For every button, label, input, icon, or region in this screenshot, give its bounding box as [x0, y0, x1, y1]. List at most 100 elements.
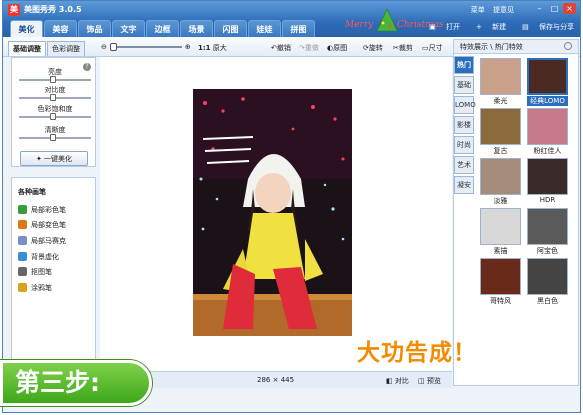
tab-collage[interactable]: 拼图: [282, 20, 315, 37]
actual-size-button[interactable]: 1:1 原大: [198, 43, 227, 53]
tab-hot[interactable]: 热门: [454, 56, 474, 74]
reset-button[interactable]: ◐原图: [327, 43, 347, 53]
effect-pink-lady[interactable]: 粉红佳人: [527, 108, 568, 155]
blur-icon: [18, 252, 27, 261]
app-title: 美图秀秀 3.0.5: [24, 5, 82, 14]
tab-art[interactable]: 艺术: [454, 156, 474, 174]
mosaic-icon: [18, 236, 27, 245]
open-button[interactable]: ▣ 打开: [421, 22, 460, 32]
partial-color-brush[interactable]: 局部彩色笔: [18, 204, 66, 215]
recolor-brush-icon: [18, 220, 27, 229]
tab-flash[interactable]: 闪图: [214, 20, 247, 37]
file-actions: ▣ 打开 + 新建 ▤ 保存与分享: [413, 22, 574, 32]
effect-retro[interactable]: 复古: [480, 108, 521, 155]
collapse-icon[interactable]: [564, 42, 572, 50]
canvas-area: [100, 57, 452, 371]
effect-preview: [527, 58, 568, 95]
status-bar: 286 × 445 ◧ 对比 ◫ 预览: [100, 371, 452, 388]
brush-panel-title: 各种画笔: [18, 188, 46, 196]
effect-abao[interactable]: 阿宝色: [527, 208, 568, 255]
tab-fashion[interactable]: 时尚: [454, 136, 474, 154]
doodle-brush[interactable]: 涂鸦笔: [18, 282, 52, 293]
effect-preview: [480, 208, 521, 245]
effect-preview: [480, 108, 521, 145]
rotate-button[interactable]: ⟳旋转: [363, 43, 383, 53]
tab-other[interactable]: 凝安: [454, 176, 474, 194]
preview-icon: ◫: [418, 377, 425, 385]
zoom-slider[interactable]: [109, 43, 182, 51]
brush-panel: 各种画笔 局部彩色笔 局部变色笔 局部马赛克 背景虚化 抠图笔 涂鸦笔: [11, 177, 96, 367]
main-tabs: 美化 美容 饰品 文字 边框 场景 闪图 娃娃 拼图: [10, 20, 316, 37]
feedback-link[interactable]: 提意见: [493, 6, 514, 14]
effect-black-white[interactable]: 黑白色: [527, 258, 568, 305]
menu-links: 菜单 提意见: [465, 5, 514, 15]
minimize-icon[interactable]: –: [533, 3, 546, 14]
meitu-logo-icon: 美: [8, 4, 20, 16]
cutout-brush[interactable]: 抠图笔: [18, 266, 52, 277]
zoom-control: ⊖ ⊕: [101, 43, 191, 51]
title-bar: 美 美图秀秀 3.0.5 Merry Christmas 菜单 提意见 – □ …: [3, 1, 580, 37]
contrast-slider[interactable]: [19, 94, 91, 101]
effect-gothic[interactable]: 哥特风: [480, 258, 521, 305]
effect-preview: [527, 158, 568, 195]
effect-preview: [480, 158, 521, 195]
tab-text[interactable]: 文字: [112, 20, 145, 37]
crop-button[interactable]: ✂裁剪: [393, 43, 413, 53]
zoom-out-icon[interactable]: ⊖: [101, 43, 107, 51]
close-icon[interactable]: ×: [563, 3, 576, 14]
tab-beautify[interactable]: 美化: [10, 20, 43, 37]
recolor-brush[interactable]: 局部变色笔: [18, 219, 66, 230]
tab-beauty[interactable]: 美容: [44, 20, 77, 37]
menu-link[interactable]: 菜单: [471, 6, 485, 14]
effect-elegant[interactable]: 淡雅: [480, 158, 521, 205]
tab-accessories[interactable]: 饰品: [78, 20, 111, 37]
tab-basic[interactable]: 基础: [454, 76, 474, 94]
effect-hdr[interactable]: HDR: [527, 158, 568, 204]
maximize-icon[interactable]: □: [548, 3, 561, 14]
zoom-slider-knob[interactable]: [109, 43, 117, 51]
sharpness-knob[interactable]: [50, 134, 56, 141]
one-click-beautify-button[interactable]: ✦ 一键美化: [20, 151, 88, 166]
mosaic-brush[interactable]: 局部马赛克: [18, 235, 66, 246]
sharpness-control: 清晰度: [18, 125, 92, 141]
sharpness-slider[interactable]: [19, 134, 91, 141]
contrast-knob[interactable]: [50, 94, 56, 101]
effect-sketch[interactable]: 素描: [480, 208, 521, 255]
banner-merry: Merry: [344, 20, 374, 30]
effect-preview: [527, 208, 568, 245]
tab-scene[interactable]: 场景: [180, 20, 213, 37]
tab-doll[interactable]: 娃娃: [248, 20, 281, 37]
tab-frame[interactable]: 边框: [146, 20, 179, 37]
zoom-in-icon[interactable]: ⊕: [185, 43, 191, 51]
edited-photo[interactable]: [193, 89, 352, 336]
effect-soft-light[interactable]: 柔光: [480, 58, 521, 105]
undo-button[interactable]: ↶撤销: [271, 43, 291, 53]
tab-lomo[interactable]: LOMO: [454, 96, 476, 114]
brightness-knob[interactable]: [50, 76, 56, 83]
image-size-readout: 286 × 445: [257, 376, 295, 384]
done-caption: 大功告成！: [357, 340, 477, 366]
effect-category-tabs: 热门 基础 LOMO 影楼 时尚 艺术 凝安: [454, 56, 476, 196]
background-blur-brush[interactable]: 背景虚化: [18, 251, 59, 262]
tab-basic-adjust[interactable]: 基础调整: [8, 41, 46, 56]
effect-preview: [480, 58, 521, 95]
brightness-slider[interactable]: [19, 76, 91, 83]
new-button[interactable]: + 新建: [468, 22, 506, 32]
compare-button[interactable]: ◧ 对比: [386, 376, 409, 386]
resize-button[interactable]: ▭尺寸: [422, 43, 443, 53]
magic-wand-icon: ✦: [35, 155, 42, 163]
saturation-slider[interactable]: [19, 113, 91, 120]
save-icon: ▤: [522, 23, 529, 31]
redo-button[interactable]: ↷重做: [299, 43, 319, 53]
saturation-knob[interactable]: [50, 113, 56, 120]
adjust-subtabs: 基础调整 色彩调整: [8, 41, 86, 56]
effect-classic-lomo[interactable]: 经典LOMO: [527, 58, 568, 106]
preview-button[interactable]: ◫ 预览: [418, 376, 441, 386]
save-share-button[interactable]: ▤ 保存与分享: [514, 22, 574, 32]
contrast-control: 对比度: [18, 85, 92, 101]
effects-panel-header: 特效展示 \ 热门特效: [454, 40, 578, 54]
tab-color-adjust[interactable]: 色彩调整: [47, 41, 85, 56]
effect-preview: [527, 258, 568, 295]
brightness-control: 亮度: [18, 67, 92, 83]
tab-studio[interactable]: 影楼: [454, 116, 474, 134]
